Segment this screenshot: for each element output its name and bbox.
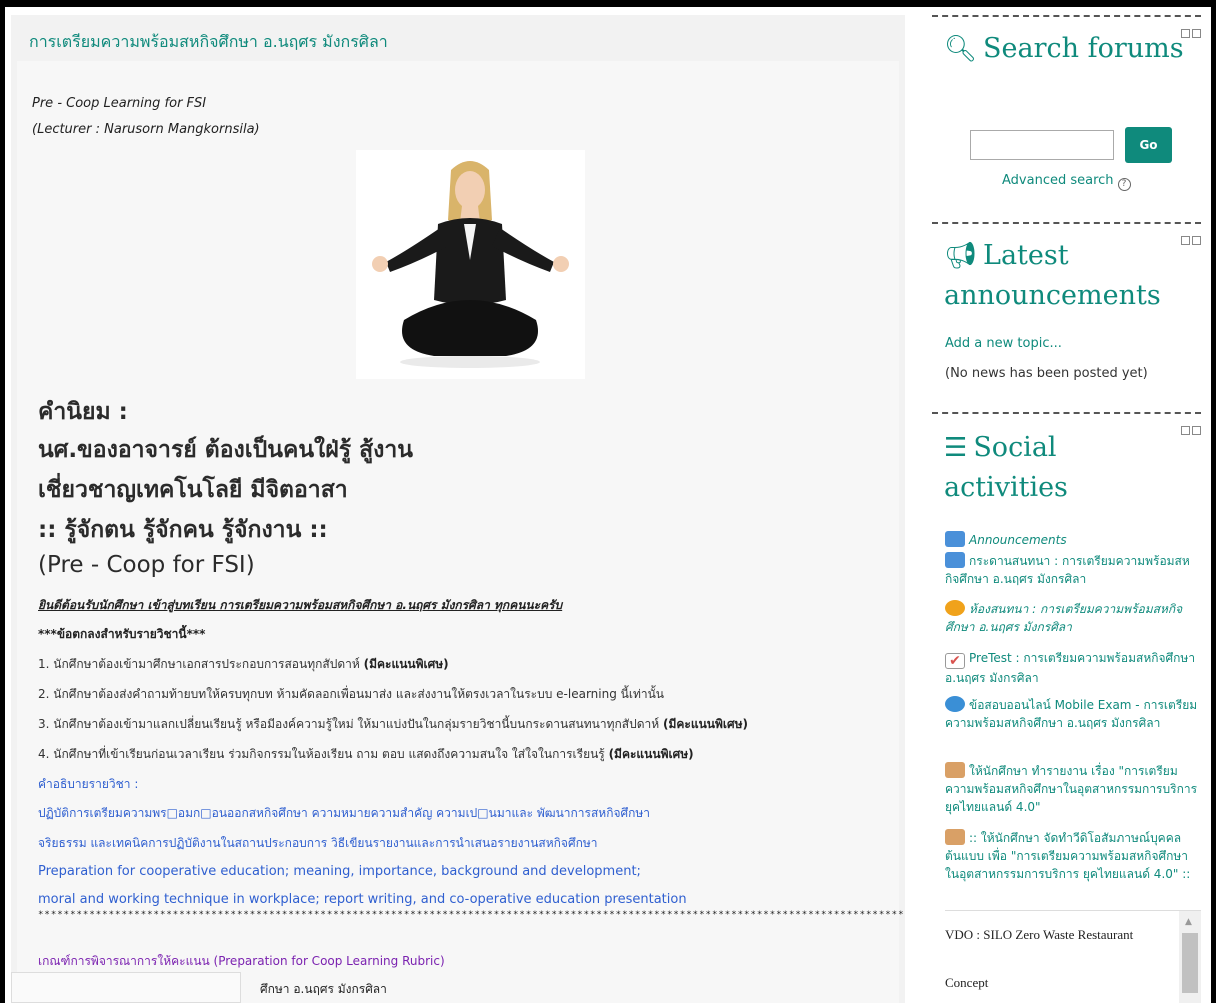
- dock-icon[interactable]: [1192, 426, 1201, 435]
- window-frame-left: [0, 0, 5, 1003]
- activity-report[interactable]: ให้นักศึกษา ทำรายงาน เรื่อง "การเตรียมคว…: [945, 762, 1200, 816]
- scrollbar-thumb[interactable]: [1182, 933, 1198, 993]
- forum-icon: [945, 552, 965, 568]
- section-title[interactable]: การเตรียมความพร้อมสหกิจศึกษา อ.นฤศร มังก…: [29, 30, 388, 55]
- forum-icon: [945, 531, 965, 547]
- rule-4: 4. นักศึกษาที่เข้าเรียนก่อนเวลาเรียน ร่ว…: [38, 747, 694, 761]
- activity-pretest[interactable]: ✔ PreTest : การเตรียมความพร้อมสหกิจศึกษา …: [945, 649, 1200, 687]
- menu-icon: ☰: [944, 433, 968, 463]
- description-line-4: moral and working technique in workplace…: [38, 892, 687, 907]
- rubric-link[interactable]: เกณฑ์การพิจารณาการให้คะแนน (Preparation …: [38, 952, 445, 971]
- collapse-icon[interactable]: [1181, 426, 1190, 435]
- sidebar: 🔍︎ Search forums Go Advanced search? 📢︎ La…: [932, 0, 1211, 1003]
- welcome-message: ยินดีต้อนรับนักศึกษา เข้าสู่บทเรียน การเ…: [38, 598, 563, 612]
- description-label: คำอธิบายรายวิชา :: [38, 777, 139, 791]
- activity-mobile-exam[interactable]: ข้อสอบออนไลน์ Mobile Exam - การเตรียมควา…: [945, 696, 1200, 732]
- partial-line: ศึกษา อ.นฤศร มังกรศิลา: [260, 982, 387, 996]
- agreement-heading: ***ข้อตกลงสำหรับรายวิชานี้***: [38, 627, 206, 641]
- lecturer-line: (Lecturer : Narusorn Mangkornsila): [32, 122, 260, 137]
- assignment-icon: [945, 829, 965, 845]
- motto-line-4: (Pre - Coop for FSI): [38, 552, 255, 578]
- description-line-2: จริยธรรม และเทคนิคการปฏิบัติงานในสถานประ…: [38, 836, 598, 850]
- description-line-1: ปฏิบัติการเตรียมความพร□อมก□อนออกสหกิจศึก…: [38, 806, 651, 820]
- scroll-up-icon[interactable]: ▲: [1185, 917, 1192, 927]
- scroll-item-1[interactable]: VDO : SILO Zero Waste Restaurant: [945, 927, 1133, 943]
- globe-icon: [945, 696, 965, 712]
- description-line-3: Preparation for cooperative education; m…: [38, 864, 641, 879]
- add-topic-link[interactable]: Add a new topic...: [945, 336, 1062, 351]
- activity-video-interview[interactable]: :: ให้นักศึกษา จัดทำวีดิโอสัมภาษณ์บุคคลต…: [945, 829, 1200, 883]
- motto-line-3: :: รู้จักตน รู้จักคน รู้จักงาน ::: [38, 517, 328, 543]
- star-divider: ****************************************…: [38, 910, 903, 920]
- social-activities-title: ☰ Social activities: [944, 432, 1068, 503]
- window-frame-right: [1211, 0, 1216, 1003]
- help-icon[interactable]: ?: [1117, 178, 1131, 191]
- assignment-icon: [945, 762, 965, 778]
- motto-line-1: นศ.ของอาจารย์ ต้องเป็นคนใฝ่รู้ สู้งาน: [38, 437, 414, 463]
- social-activities-block: ☰ Social activities: [932, 412, 1201, 532]
- announcements-title: 📢︎ Latest announcements: [944, 240, 1161, 311]
- block-controls: [1181, 426, 1201, 435]
- go-button[interactable]: Go: [1125, 127, 1172, 163]
- rule-2: 2. นักศึกษาต้องส่งคำถามท้ายบทให้ครบทุกบท…: [38, 687, 665, 701]
- motto-line-2: เชี่ยวชาญเทคโนโลยี มีจิตอาสา: [38, 477, 348, 503]
- no-news-text: (No news has been posted yet): [945, 366, 1148, 381]
- vertical-scrollbar[interactable]: ▲: [1179, 911, 1201, 1003]
- search-chat-icon: 🔍︎: [944, 34, 978, 64]
- coop-title: Pre - Coop Learning for FSI: [32, 96, 207, 111]
- motto-heading: คำนิยม :: [38, 399, 128, 425]
- block-controls: [1181, 29, 1201, 38]
- latest-announcements-block: 📢︎ Latest announcements: [932, 222, 1201, 412]
- megaphone-icon: 📢︎: [944, 241, 978, 271]
- search-forums-title: 🔍︎ Search forums: [944, 33, 1184, 64]
- quiz-icon: ✔: [945, 653, 965, 669]
- rule-1: 1. นักศึกษาต้องเข้ามาศึกษาเอกสารประกอบกา…: [38, 657, 449, 671]
- rule-3: 3. นักศึกษาต้องเข้ามาแลกเปลี่ยนเรียนรู้ …: [38, 717, 749, 731]
- search-input[interactable]: [970, 130, 1114, 160]
- activity-announcements[interactable]: Announcements: [945, 531, 1200, 549]
- overlay-popup: [11, 972, 241, 1003]
- advanced-search-link[interactable]: Advanced search?: [1002, 173, 1131, 191]
- scroll-item-2[interactable]: Concept: [945, 975, 988, 991]
- dock-icon[interactable]: [1192, 29, 1201, 38]
- meditating-woman-image: [356, 150, 585, 379]
- activity-chat[interactable]: ห้องสนทนา : การเตรียมความพร้อมสหกิจศึกษา…: [945, 600, 1200, 636]
- chat-icon: [945, 600, 965, 616]
- scroll-list[interactable]: VDO : SILO Zero Waste Restaurant Concept…: [945, 910, 1201, 1003]
- activity-forum[interactable]: กระดานสนทนา : การเตรียมความพร้อมสหกิจศึก…: [945, 552, 1200, 588]
